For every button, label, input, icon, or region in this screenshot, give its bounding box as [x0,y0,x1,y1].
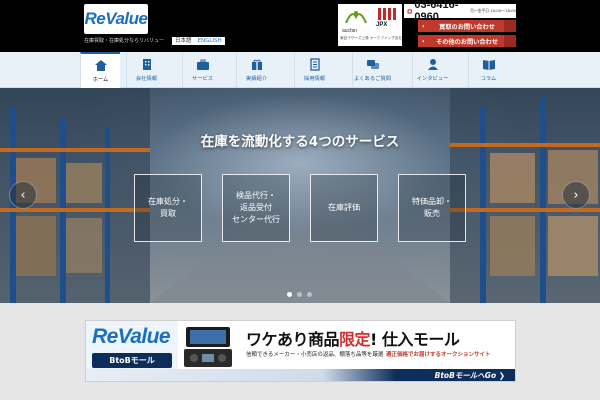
site-header: ReValue 在庫買取・在庫処分ならリバリュー 日本語 ENGLISH auc… [0,0,600,52]
chevron-left-icon: ‹ [20,187,26,203]
service-card-valuation[interactable]: 在庫評価 [310,174,378,242]
service-card-inspection[interactable]: 検品代行・ 返品受付 センター代行 [222,174,290,242]
nav-label: 採用情報 [303,76,326,82]
phone-contact[interactable]: 03-6416-0960 月〜金平日 10:00〜18:00 [404,0,516,23]
chevron-right-icon: › [573,187,579,203]
lang-english[interactable]: ENGLISH [195,37,225,45]
briefcase-icon [196,59,209,70]
slider-prev-button[interactable]: ‹ [9,181,37,209]
phone-side-icon [504,20,516,32]
banner-logo: ReValue [92,325,171,348]
phone-icon [407,8,412,14]
listing-text: 東証マザーズ上場 オークファン子会社 [340,36,403,40]
other-inquiry-label: その他のお問い合わせ [436,38,498,46]
headline-highlight: 限定 [339,330,371,349]
purchase-inquiry-label: 買取のお問い合わせ [439,23,495,31]
banner-cta-link[interactable]: BtoBモールへGo ❯ [435,370,505,381]
nav-results[interactable]: 実績紹介 [236,52,276,88]
jpx-label: JPX [376,22,388,28]
building-icon [142,59,151,70]
slider-next-button[interactable]: › [562,181,590,209]
car-navigation-icon [184,327,232,367]
document-icon [309,58,320,71]
main-nav: ホーム 会社情報 サービス 実績紹介 採用情報 よくあるご質問 インタビュー コ… [0,52,600,93]
business-hours: 月〜金平日 10:00〜18:00 [470,7,516,13]
nav-interview[interactable]: インタビュー [412,52,452,88]
nav-label: ホーム [92,77,109,83]
banner-description-highlight: 適正価格でお届けするオークションサイト [386,352,491,358]
warehouse-background [0,88,600,303]
banner-subtitle: BtoBモール [92,353,172,368]
language-switcher: 日本語 ENGLISH [172,37,225,45]
partner-logos[interactable]: aucfan JPX 東証マザーズ上場 オークファン子会社 [338,4,402,46]
chat-icon [366,60,379,69]
site-logo[interactable]: ReValue [84,4,148,34]
slider-dot[interactable] [287,292,292,297]
page: ReValue 在庫買取・在庫処分ならリバリュー 日本語 ENGLISH auc… [0,0,600,400]
service-card-wholesale[interactable]: 特価品卸・ 販売 [398,174,466,242]
nav-label: 会社情報 [135,76,158,82]
banner-headline: ワケあり商品限定! 仕入モール [246,326,460,350]
tagline: 在庫買取・在庫処分ならリバリュー [84,38,165,44]
aucfan-label: aucfan [342,28,358,34]
purchase-inquiry-button[interactable]: › 買取のお問い合わせ [418,20,516,32]
service-card-disposal[interactable]: 在庫処分・ 買取 [134,174,202,242]
slider-dot[interactable] [297,292,302,297]
nav-label: インタビュー [416,76,449,82]
nav-recruit[interactable]: 採用情報 [294,52,334,88]
aucfan-logo-icon [345,11,367,24]
banner-description: 信頼できるメーカー・小売店の返品、棚落ち品等を厳選 [246,352,384,358]
gift-icon [251,59,262,70]
nav-label: サービス [191,76,214,82]
book-icon [482,60,495,70]
nav-label: よくあるご質問 [353,76,392,82]
headline-pre: ワケあり商品 [246,330,340,349]
nav-faq[interactable]: よくあるご質問 [352,52,392,88]
nav-service[interactable]: サービス [182,52,222,88]
person-icon [427,59,438,70]
home-icon [94,60,107,71]
slider-dot[interactable] [307,292,312,297]
nav-company[interactable]: 会社情報 [126,52,166,88]
nav-label: コラム [480,76,497,82]
chevron-right-icon: › [422,37,425,45]
nav-home[interactable]: ホーム [80,52,120,93]
other-inquiry-button[interactable]: › その他のお問い合わせ [418,35,516,47]
logo-text: ReValue [84,9,148,28]
chevron-right-icon: › [422,22,425,30]
nav-label: 実績紹介 [245,76,268,82]
hero-slider: 在庫を流動化する4つのサービス 在庫処分・ 買取 検品代行・ 返品受付 センター… [0,88,600,303]
jpx-logo-icon [378,8,396,20]
btob-mall-banner[interactable]: ReValue BtoBモール ワケあり商品限定! 仕入モール 信頼できるメーカ… [85,320,516,382]
nav-column[interactable]: コラム [468,52,508,88]
lang-japanese[interactable]: 日本語 [172,37,195,45]
mail-side-icon [504,35,516,47]
headline-post: ! 仕入モール [370,330,460,349]
hero-title: 在庫を流動化する4つのサービス [200,134,400,150]
